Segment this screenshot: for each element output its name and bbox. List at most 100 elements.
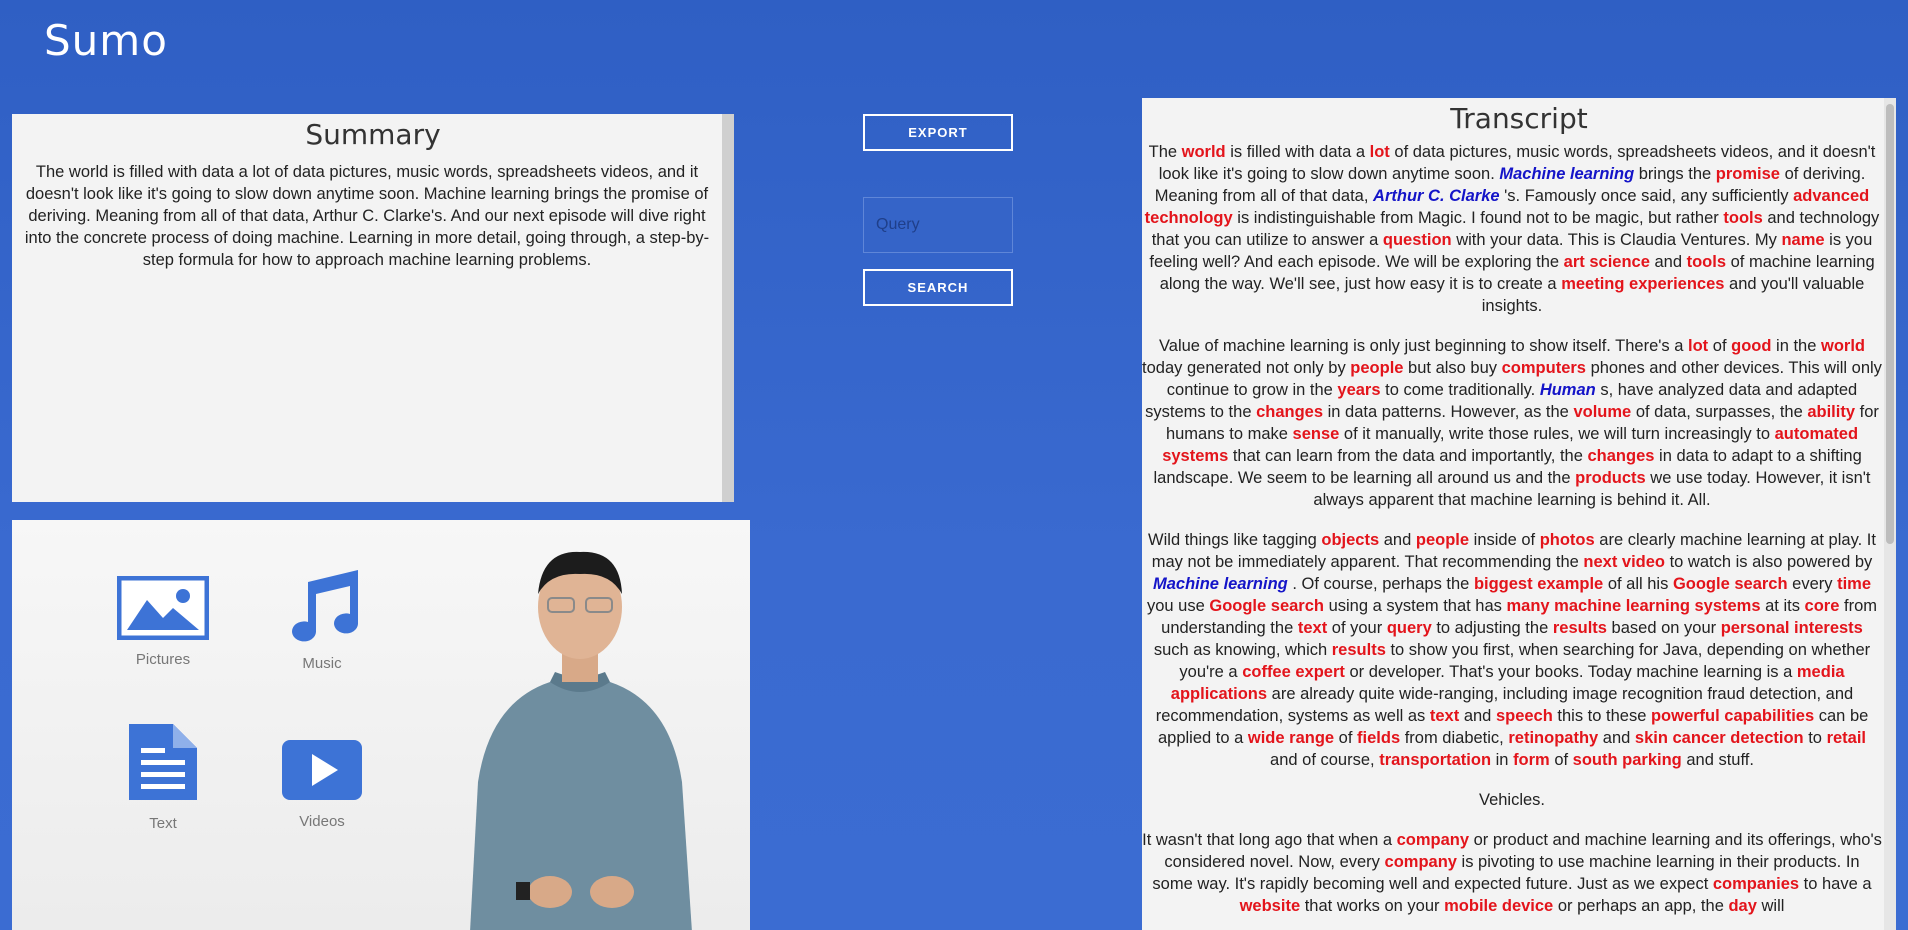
document-icon	[129, 724, 197, 800]
transcript-text: in the	[1771, 337, 1821, 355]
media-item-text: Text	[103, 720, 223, 832]
transcript-text: to have a	[1799, 875, 1872, 893]
keyword-highlight: text	[1297, 619, 1328, 637]
transcript-text: is filled with data a	[1225, 143, 1370, 161]
transcript-text: from diabetic,	[1400, 729, 1509, 747]
transcript-paragraph: Value of machine learning is only just b…	[1142, 335, 1882, 511]
keyword-highlight: Google search	[1209, 597, 1324, 615]
keyword-highlight: fields	[1357, 729, 1401, 747]
transcript-text: brings the	[1634, 165, 1716, 183]
transcript-text: of it manually, write those rules, we wi…	[1339, 425, 1775, 443]
keyword-highlight: website	[1239, 897, 1301, 915]
keyword-highlight: lot	[1688, 337, 1709, 355]
transcript-text: of	[1708, 337, 1732, 355]
keyword-highlight: sense	[1292, 425, 1340, 443]
keyword-highlight: mobile device	[1444, 897, 1554, 915]
transcript-text: and of course,	[1270, 751, 1380, 769]
app-title: Sumo	[44, 16, 168, 65]
transcript-text: and	[1649, 253, 1687, 271]
transcript-text: and	[1598, 729, 1635, 747]
transcript-scroll-thumb[interactable]	[1886, 104, 1894, 544]
keyword-highlight: meeting experiences	[1561, 275, 1725, 293]
keyword-highlight: company	[1384, 853, 1457, 871]
transcript-text: using a system that has	[1323, 597, 1507, 615]
keyword-highlight: objects	[1321, 531, 1380, 549]
keyword-highlight: tools	[1686, 253, 1727, 271]
keyword-highlight: changes	[1587, 447, 1655, 465]
keyword-highlight: company	[1396, 831, 1470, 849]
transcript-text: or developer. That's your books. Today m…	[1344, 663, 1797, 681]
keyword-highlight: photos	[1539, 531, 1595, 549]
keyword-highlight: name	[1781, 231, 1825, 249]
transcript-body: The world is filled with data a lot of d…	[1142, 135, 1896, 917]
music-note-icon	[292, 570, 358, 642]
keyword-highlight: people	[1350, 359, 1404, 377]
keyword-highlight: text	[1429, 707, 1460, 725]
keyword-highlight: products	[1575, 469, 1646, 487]
transcript-text: and stuff.	[1681, 751, 1754, 769]
keyword-highlight: results	[1552, 619, 1607, 637]
transcript-paragraph: The world is filled with data a lot of d…	[1142, 141, 1882, 317]
entity-highlight: Machine learning	[1152, 575, 1288, 593]
transcript-text: of	[1549, 751, 1573, 769]
transcript-text: to come traditionally.	[1380, 381, 1540, 399]
keyword-highlight: personal interests	[1720, 619, 1863, 637]
transcript-text: will	[1756, 897, 1785, 915]
media-label: Text	[149, 815, 177, 832]
transcript-text: Wild things like tagging	[1148, 531, 1322, 549]
transcript-text: to adjusting the	[1431, 619, 1553, 637]
transcript-text: at its	[1760, 597, 1805, 615]
summary-title: Summary	[305, 118, 441, 151]
keyword-highlight: volume	[1573, 403, 1632, 421]
keyword-highlight: retinopathy	[1508, 729, 1599, 747]
transcript-text: with your data. This is Claudia Ventures…	[1451, 231, 1782, 249]
keyword-highlight: changes	[1256, 403, 1324, 421]
transcript-text: . Of course, perhaps the	[1287, 575, 1474, 593]
keyword-highlight: Google search	[1672, 575, 1788, 593]
keyword-highlight: wide range	[1247, 729, 1335, 747]
keyword-highlight: world	[1821, 337, 1865, 355]
keyword-highlight: ability	[1807, 403, 1856, 421]
transcript-paragraph: It wasn't that long ago that when a comp…	[1142, 829, 1882, 917]
keyword-highlight: results	[1331, 641, 1386, 659]
transcript-text: and	[1459, 707, 1496, 725]
keyword-highlight: art science	[1563, 253, 1650, 271]
keyword-highlight: promise	[1715, 165, 1780, 183]
keyword-highlight: world	[1181, 143, 1226, 161]
media-label: Music	[302, 655, 342, 672]
transcript-text: to watch is also powered by	[1665, 553, 1873, 571]
transcript-text: every	[1787, 575, 1838, 593]
keyword-highlight: good	[1731, 337, 1772, 355]
keyword-highlight: core	[1804, 597, 1840, 615]
transcript-scrollbar[interactable]	[1884, 98, 1896, 930]
transcript-text: based on your	[1606, 619, 1721, 637]
keyword-highlight: many machine learning systems	[1506, 597, 1761, 615]
search-button[interactable]: SEARCH	[863, 269, 1013, 306]
transcript-text: such as knowing, which	[1153, 641, 1332, 659]
keyword-highlight: next video	[1583, 553, 1665, 571]
video-player[interactable]: Pictures Music Text Videos	[12, 520, 750, 930]
transcript-text: of your	[1327, 619, 1387, 637]
summary-panel: Summary The world is filled with data a …	[12, 114, 734, 502]
transcript-text: of	[1334, 729, 1358, 747]
keyword-highlight: day	[1728, 897, 1757, 915]
summary-scrollbar[interactable]	[722, 114, 734, 502]
transcript-text: in data patterns. However, as the	[1323, 403, 1574, 421]
transcript-paragraph: Vehicles.	[1142, 789, 1882, 811]
keyword-highlight: skin cancer detection	[1634, 729, 1804, 747]
keyword-highlight: south parking	[1572, 751, 1682, 769]
media-item-pictures: Pictures	[103, 575, 223, 668]
export-button[interactable]: EXPORT	[863, 114, 1013, 151]
transcript-text: but also buy	[1403, 359, 1502, 377]
transcript-text: Value of machine learning is only just b…	[1159, 337, 1689, 355]
query-input[interactable]	[863, 197, 1013, 253]
keyword-highlight: form	[1513, 751, 1550, 769]
play-icon	[282, 740, 362, 800]
transcript-text: or perhaps an app, the	[1553, 897, 1729, 915]
transcript-text: It wasn't that long ago that when a	[1142, 831, 1397, 849]
keyword-highlight: years	[1337, 381, 1381, 399]
transcript-text: this to these	[1552, 707, 1651, 725]
summary-text: The world is filled with data a lot of d…	[24, 163, 710, 269]
transcript-panel: Transcript The world is filled with data…	[1142, 98, 1896, 930]
keyword-highlight: computers	[1501, 359, 1586, 377]
